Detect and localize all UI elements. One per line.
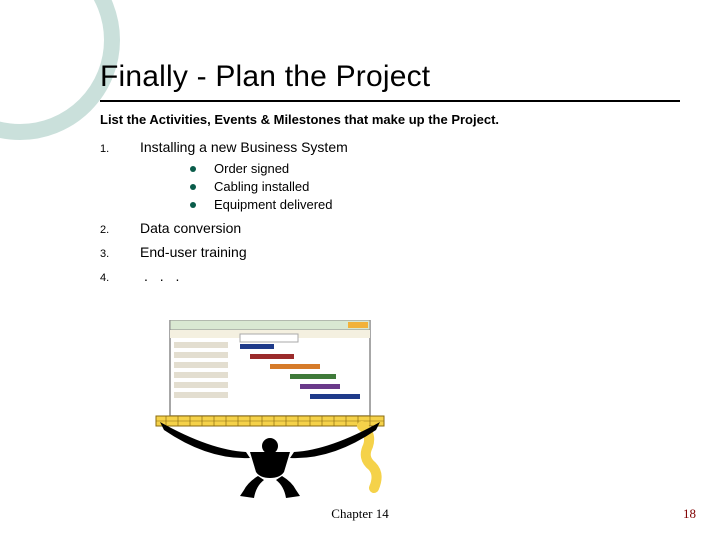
slide-content: Finally - Plan the Project List the Acti…	[100, 60, 680, 284]
sub-list-text: Equipment delivered	[214, 197, 333, 212]
list-number: 2.	[100, 224, 140, 236]
footer-page-number: 18	[683, 506, 696, 522]
slide-title: Finally - Plan the Project	[100, 60, 680, 94]
sub-list-item: Cabling installed	[190, 179, 680, 194]
footer-chapter: Chapter 14	[0, 506, 720, 522]
list-item: 3. End-user training	[100, 244, 680, 260]
list-text: . . .	[144, 268, 183, 284]
list-text: Data conversion	[140, 220, 241, 236]
sub-list: Order signed Cabling installed Equipment…	[190, 161, 680, 212]
list-number: 1.	[100, 143, 140, 155]
sub-list-text: Order signed	[214, 161, 289, 176]
bullet-icon	[190, 184, 196, 190]
list-item: 1. Installing a new Business System	[100, 139, 680, 155]
sub-list-item: Order signed	[190, 161, 680, 176]
list-item: 2. Data conversion	[100, 220, 680, 236]
title-underline	[100, 100, 680, 102]
list-number: 3.	[100, 248, 140, 260]
sub-list-text: Cabling installed	[214, 179, 309, 194]
bullet-icon	[190, 166, 196, 172]
list-number: 4.	[100, 272, 140, 284]
figure-holding-gantt-illustration	[150, 320, 390, 500]
sub-list-item: Equipment delivered	[190, 197, 680, 212]
list-item: 4. . . .	[100, 268, 680, 284]
list-text: End-user training	[140, 244, 247, 260]
bullet-icon	[190, 202, 196, 208]
list-text: Installing a new Business System	[140, 139, 348, 155]
numbered-list: 1. Installing a new Business System Orde…	[100, 139, 680, 284]
slide-subtitle: List the Activities, Events & Milestones…	[100, 112, 680, 127]
